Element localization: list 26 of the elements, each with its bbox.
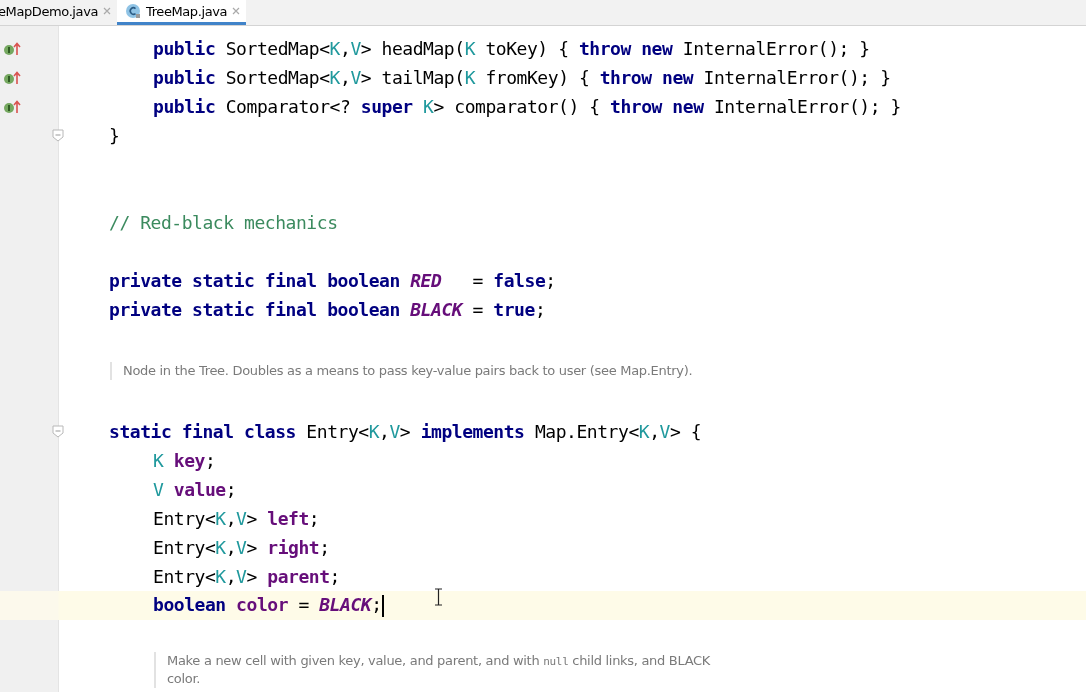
doc-comment: Node in the Tree. Doubles as a means to pass key-value pairs back to user (see Map.Entry).	[110, 361, 693, 380]
code-line: Entry<K,V> right;	[153, 537, 330, 558]
class-icon	[125, 3, 141, 19]
code-line: static final class Entry<K,V> implements Map.Entry<K,V> {	[109, 421, 702, 442]
code-line: K key;	[153, 450, 216, 471]
code-line: boolean color = BLACK;	[153, 594, 384, 617]
code-line: }	[109, 125, 120, 146]
editor-tab[interactable]: TreeMap.java	[117, 0, 247, 25]
code-comment: // Red-black mechanics	[109, 212, 338, 233]
text-cursor-icon	[434, 588, 443, 606]
code-line: public SortedMap<K,V> headMap(K toKey) { throw new InternalError(); }	[153, 38, 870, 59]
implements-method-icon[interactable]	[3, 99, 23, 114]
fold-marker-icon[interactable]	[52, 129, 64, 142]
code-line: V value;	[153, 479, 237, 500]
code-line: private static final boolean BLACK = true;	[109, 299, 546, 320]
close-icon[interactable]	[103, 7, 111, 15]
implements-method-icon[interactable]	[3, 41, 23, 56]
doc-comment: Make a new cell with given key, value, and parent, and with null child links, and BLACK color.	[154, 652, 712, 688]
implements-method-icon[interactable]	[3, 70, 23, 85]
code-line: public SortedMap<K,V> tailMap(K fromKey) { throw new InternalError(); }	[153, 67, 891, 88]
close-icon[interactable]	[232, 7, 241, 15]
fold-marker-icon[interactable]	[52, 425, 64, 438]
code-line: private static final boolean RED = false;	[109, 270, 556, 291]
code-line: public Comparator<? super K> comparator() { throw new InternalError(); }	[153, 96, 901, 117]
code-line: Entry<K,V> left;	[153, 508, 320, 529]
code-line: Entry<K,V> parent;	[153, 566, 340, 587]
